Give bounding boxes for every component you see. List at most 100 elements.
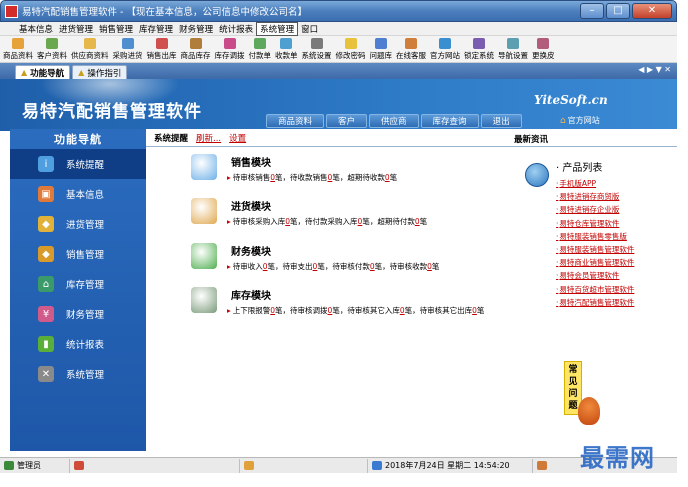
product-link[interactable]: ·易特百货超市管理软件 xyxy=(556,283,676,296)
sidebar-item-label: 系统提醒 xyxy=(66,160,105,171)
tab-function-nav[interactable]: ▲ 功能导航 xyxy=(15,65,71,79)
menu-item[interactable]: 进货管理 xyxy=(56,23,96,35)
toolbar-button[interactable]: 锁定系统 xyxy=(464,38,494,62)
watermark-logo: 最需网 xyxy=(580,443,655,472)
sidebar-item[interactable]: ✕ 系统管理 xyxy=(10,359,146,389)
sidebar-item-label: 基本信息 xyxy=(66,190,105,201)
toolbar-button[interactable]: 修改密码 xyxy=(336,38,366,62)
toolbar-button[interactable]: 商品资料 xyxy=(3,38,33,62)
home-icon: ▲ xyxy=(78,68,85,77)
toolbar-button[interactable]: 系统设置 xyxy=(302,38,332,62)
banner-nav-button[interactable]: 商品资料 xyxy=(266,114,325,128)
product-link[interactable]: ·易特服装销售管理软件 xyxy=(556,243,676,256)
product-name: 易特进销存商贸版 xyxy=(559,192,620,202)
toolbar-button[interactable]: 商品库存 xyxy=(181,38,211,62)
summary-text: 笔，待审支出 xyxy=(267,262,313,271)
toolbar-button[interactable]: 库存调拨 xyxy=(215,38,245,62)
sidebar-item[interactable]: ◆ 销售管理 xyxy=(10,239,146,269)
toolbar-button[interactable]: 收款单 xyxy=(275,38,298,62)
toolbar-icon xyxy=(310,38,323,49)
chat-icon xyxy=(74,461,84,470)
finance-icon: ¥ xyxy=(38,306,54,322)
product-link[interactable]: ·易特进销存企业版 xyxy=(556,203,676,216)
minimize-button[interactable]: – xyxy=(580,3,604,19)
tab-nav-arrows[interactable]: ◀ ▶ ▼ ✕ xyxy=(638,65,671,74)
status-cell-3 xyxy=(240,458,368,473)
module-summary: ▸ 待审核销售0笔，待收款销售0笔，超期待收款0笔 xyxy=(227,172,397,183)
main-area: 易特汽配销售管理软件 YiteSoft.cn 商品资料 客户 供应商 库存查询 退出 ⌂… xyxy=(0,79,677,457)
menu-item[interactable]: 窗口 xyxy=(298,23,321,35)
status-cell-2 xyxy=(70,458,240,473)
product-link[interactable]: ·易特服装销售零售版 xyxy=(556,230,676,243)
user-icon xyxy=(4,461,14,470)
toolbar-button[interactable]: 在线客服 xyxy=(396,38,426,62)
module-icon xyxy=(191,243,217,269)
module-title[interactable]: 销售模块 xyxy=(231,154,271,169)
module-title[interactable]: 库存模块 xyxy=(231,287,271,302)
banner-nav-button[interactable]: 供应商 xyxy=(369,114,419,128)
sidebar-item-label: 销售管理 xyxy=(66,250,105,261)
toolbar-button[interactable]: 导航设置 xyxy=(498,38,528,62)
settings-link[interactable]: 设置 xyxy=(229,132,246,144)
module-title[interactable]: 进货模块 xyxy=(231,198,271,213)
latest-news-label: 最新资讯 xyxy=(514,135,549,145)
banner-nav-button[interactable]: 退出 xyxy=(480,114,522,128)
menu-bar: 基本信息 进货管理 销售管理 库存管理 财务管理 统计报表 系统管理 窗口 xyxy=(0,21,677,36)
summary-text: 笔 xyxy=(419,217,428,226)
module-summary: ▸ 上下限报警0笔，待审核调拨0笔，待审核其它入库0笔，待审核其它出库0笔 xyxy=(227,305,484,316)
menu-item[interactable]: 统计报表 xyxy=(216,23,256,35)
content-tab-reminder[interactable]: 系统提醒 xyxy=(154,132,188,144)
maximize-button[interactable]: □ xyxy=(606,3,630,19)
official-site-link[interactable]: ⌂ 官方网站 xyxy=(560,115,600,126)
summary-text: 笔 xyxy=(389,173,398,182)
sidebar-item[interactable]: ¥ 财务管理 xyxy=(10,299,146,329)
menu-item[interactable]: 财务管理 xyxy=(176,23,216,35)
toolbar-label: 商品资料 xyxy=(3,51,33,60)
content-panel: 系统提醒 刷新... 设置 最新资讯 销售模块 ▸ 待审核销售0笔，待收款销售0笔，… xyxy=(146,129,677,451)
sidebar-item[interactable]: i 系统提醒 xyxy=(10,149,146,179)
menu-item[interactable]: 基本信息 xyxy=(16,23,56,35)
sidebar-item[interactable]: ▣ 基本信息 xyxy=(10,179,146,209)
banner-nav-button[interactable]: 库存查询 xyxy=(420,114,479,128)
module-block: 进货模块 ▸ 待审核采购入库0笔，待付款采购入库0笔，超期待付款0笔 xyxy=(191,198,531,230)
menu-item[interactable]: 库存管理 xyxy=(136,23,176,35)
module-title[interactable]: 财务模块 xyxy=(231,243,271,258)
toolbar-button[interactable]: 官方网站 xyxy=(430,38,460,62)
faq-char: 题 xyxy=(568,401,578,411)
toolbar-button[interactable]: 销售出库 xyxy=(147,38,177,62)
product-list-title: · 产品列表 xyxy=(556,159,676,174)
toolbar-button[interactable]: 供应商资料 xyxy=(71,38,109,62)
sidebar-item[interactable]: ⌂ 库存管理 xyxy=(10,269,146,299)
product-link[interactable]: ·易特仓库管理软件 xyxy=(556,217,676,230)
product-link[interactable]: ·易特商业销售管理软件 xyxy=(556,256,676,269)
toolbar-icon xyxy=(439,38,451,49)
summary-text: 笔，待审核其它入库 xyxy=(332,306,400,315)
tab-operation-guide[interactable]: ▲ 操作指引 xyxy=(72,65,128,79)
status-datetime-label: 2018年7月24日 星期二 14:54:20 xyxy=(385,461,510,470)
toolbar-icon xyxy=(155,38,168,49)
banner-nav-button[interactable]: 客户 xyxy=(326,114,368,128)
person-icon xyxy=(244,461,254,470)
product-link[interactable]: ·易特汽配销售管理软件 xyxy=(556,296,676,309)
title-bar: 易特汽配销售管理软件 - 【现在基本信息，公司信息中修改公司名】 – □ ✕ xyxy=(0,0,677,22)
toolbar-icon xyxy=(344,38,357,49)
toolbar-button[interactable]: 付款单 xyxy=(249,38,271,62)
toolbar-button[interactable]: 问题库 xyxy=(370,38,392,62)
refresh-link[interactable]: 刷新... xyxy=(196,132,221,144)
product-link[interactable]: ·易特会员管理软件 xyxy=(556,269,676,282)
product-link[interactable]: ·易特进销存商贸版 xyxy=(556,190,676,203)
summary-text: 待审核销售 xyxy=(232,173,271,182)
sidebar-item[interactable]: ▮ 统计报表 xyxy=(10,329,146,359)
module-block: 销售模块 ▸ 待审核销售0笔，待收款销售0笔，超期待收款0笔 xyxy=(191,154,531,186)
close-button[interactable]: ✕ xyxy=(632,3,672,19)
banner-site: YiteSoft.cn xyxy=(534,93,608,107)
toolbar-button[interactable]: 更换皮 xyxy=(532,38,555,62)
toolbar-button[interactable]: 客户资料 xyxy=(37,38,67,62)
toolbar-label: 锁定系统 xyxy=(464,51,494,60)
menu-item[interactable]: 系统管理 xyxy=(256,21,299,36)
summary-text: 笔，待审核收款 xyxy=(374,262,428,271)
toolbar-button[interactable]: 采购进货 xyxy=(113,38,143,62)
sidebar-item[interactable]: ◆ 进货管理 xyxy=(10,209,146,239)
menu-item[interactable]: 销售管理 xyxy=(96,23,136,35)
product-link[interactable]: ·手机版APP xyxy=(556,177,676,190)
